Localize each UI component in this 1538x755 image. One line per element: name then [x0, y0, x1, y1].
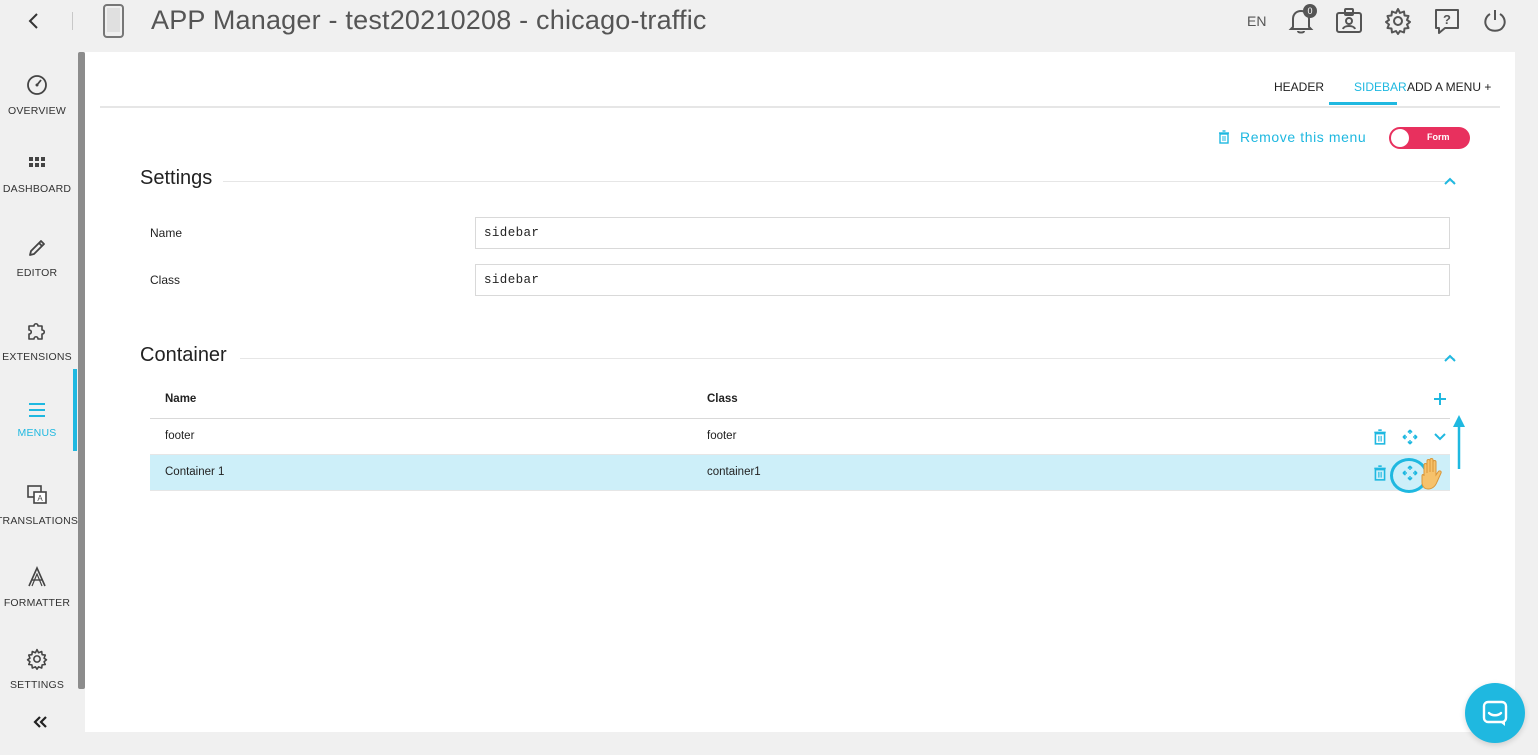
trash-icon [1374, 429, 1386, 445]
up-arrow-icon [1453, 415, 1465, 469]
name-label: Name [150, 226, 183, 240]
tab-header[interactable]: HEADER [1274, 80, 1324, 94]
app-title: APP Manager - test20210208 - chicago-tra… [151, 5, 707, 35]
main-panel: HEADER SIDEBAR ADD A MENU + Remove this … [85, 52, 1515, 732]
back-button[interactable] [22, 8, 44, 34]
sidebar-item-label: MENUS [17, 427, 57, 439]
help-icon: ? [1435, 9, 1459, 34]
id-card-button[interactable] [1334, 6, 1364, 36]
sidebar-item-label: EDITOR [16, 267, 58, 279]
delete-row-button[interactable] [1370, 427, 1390, 447]
trash-icon [1219, 130, 1229, 144]
translate-icon: A [27, 485, 47, 504]
top-divider [72, 12, 73, 30]
sidebar-item-formatter[interactable]: FORMATTER [0, 544, 74, 626]
menu-tabs: HEADER SIDEBAR ADD A MENU + [100, 52, 1500, 108]
table-row[interactable]: footer footer [150, 419, 1450, 455]
row-class: footer [707, 430, 737, 442]
power-icon [1484, 10, 1506, 32]
gauge-icon [27, 75, 47, 95]
delete-row-button[interactable] [1370, 463, 1390, 483]
sidebar-scrollbar[interactable] [78, 52, 85, 689]
chat-icon [1482, 700, 1508, 726]
settings-section-title: Settings [140, 167, 213, 189]
chevron-up-icon[interactable] [1443, 176, 1457, 186]
toggle-label: Form [1427, 132, 1450, 142]
sidebar-item-label: TRANSLATIONS [0, 515, 79, 527]
formatter-icon [28, 566, 46, 587]
move-row-handle[interactable] [1400, 427, 1420, 447]
sidebar-nav: OVERVIEW DASHBOARD EDITOR EXTENSIONS MEN… [0, 52, 78, 755]
pencil-icon [29, 240, 45, 256]
table-header: Name Class [150, 379, 1450, 419]
toggle-knob [1391, 129, 1409, 147]
move-icon [1402, 429, 1418, 445]
sidebar-item-label: DASHBOARD [2, 183, 72, 195]
section-divider [240, 358, 1455, 359]
collapse-sidebar-button[interactable] [28, 710, 52, 734]
gear-icon [26, 648, 48, 670]
notification-badge: 0 [1303, 4, 1317, 18]
sidebar-item-label: FORMATTER [3, 597, 71, 609]
row-name: Container 1 [165, 466, 225, 478]
section-divider [223, 181, 1455, 182]
id-card-icon [1336, 8, 1362, 33]
sidebar-item-label: EXTENSIONS [2, 351, 72, 363]
menu-icon [29, 403, 45, 417]
expand-row-button[interactable] [1430, 427, 1450, 447]
row-name: footer [165, 430, 195, 442]
tab-add-menu[interactable]: ADD A MENU + [1407, 80, 1491, 94]
plus-icon [1434, 393, 1446, 405]
gear-icon [1385, 8, 1411, 35]
language-selector[interactable]: EN [1247, 13, 1266, 29]
column-header-class: Class [707, 393, 738, 405]
chevron-up-icon[interactable] [1443, 353, 1457, 363]
column-header-name: Name [165, 393, 197, 405]
sidebar-item-label: SETTINGS [9, 679, 65, 691]
double-chevron-left-icon [33, 716, 47, 728]
sidebar-item-dashboard[interactable]: DASHBOARD [0, 134, 74, 216]
active-tab-underline [1329, 102, 1397, 105]
top-bar: APP Manager - test20210208 - chicago-tra… [0, 0, 1538, 44]
chat-support-button[interactable] [1465, 683, 1525, 743]
settings-button[interactable] [1383, 6, 1413, 36]
sidebar-item-editor[interactable]: EDITOR [0, 216, 74, 298]
help-button[interactable]: ? [1432, 6, 1462, 36]
sidebar-item-extensions[interactable]: EXTENSIONS [0, 298, 74, 380]
sidebar-item-label: OVERVIEW [7, 105, 66, 117]
tab-sidebar[interactable]: SIDEBAR [1354, 80, 1407, 94]
add-container-button[interactable] [1430, 389, 1450, 409]
logout-button[interactable] [1480, 6, 1510, 36]
grid-icon [29, 157, 45, 167]
sidebar-item-menus[interactable]: MENUS [0, 380, 74, 462]
puzzle-icon [28, 322, 46, 340]
name-input[interactable] [475, 217, 1450, 249]
notifications-button[interactable]: 0 [1286, 4, 1317, 36]
table-row[interactable]: Container 1 container1 [150, 455, 1450, 491]
form-toggle[interactable]: Form [1389, 127, 1470, 149]
active-nav-indicator [73, 369, 77, 451]
remove-menu-label: Remove this menu [1240, 129, 1367, 145]
svg-text:?: ? [1443, 12, 1451, 27]
sidebar-item-settings[interactable]: SETTINGS [0, 626, 74, 708]
trash-icon [1374, 465, 1386, 481]
tablet-icon [103, 4, 124, 38]
container-section-title: Container [140, 344, 227, 366]
remove-menu-button[interactable]: Remove this menu [1218, 129, 1366, 145]
sidebar-item-overview[interactable]: OVERVIEW [0, 52, 74, 134]
sidebar-item-translations[interactable]: A TRANSLATIONS [0, 462, 78, 544]
chevron-left-icon [28, 13, 38, 29]
class-label: Class [150, 273, 181, 287]
row-class: container1 [707, 466, 761, 478]
svg-text:A: A [37, 494, 43, 503]
class-input[interactable] [475, 264, 1450, 296]
hand-cursor-icon [1421, 458, 1442, 490]
chevron-down-icon [1434, 433, 1446, 441]
